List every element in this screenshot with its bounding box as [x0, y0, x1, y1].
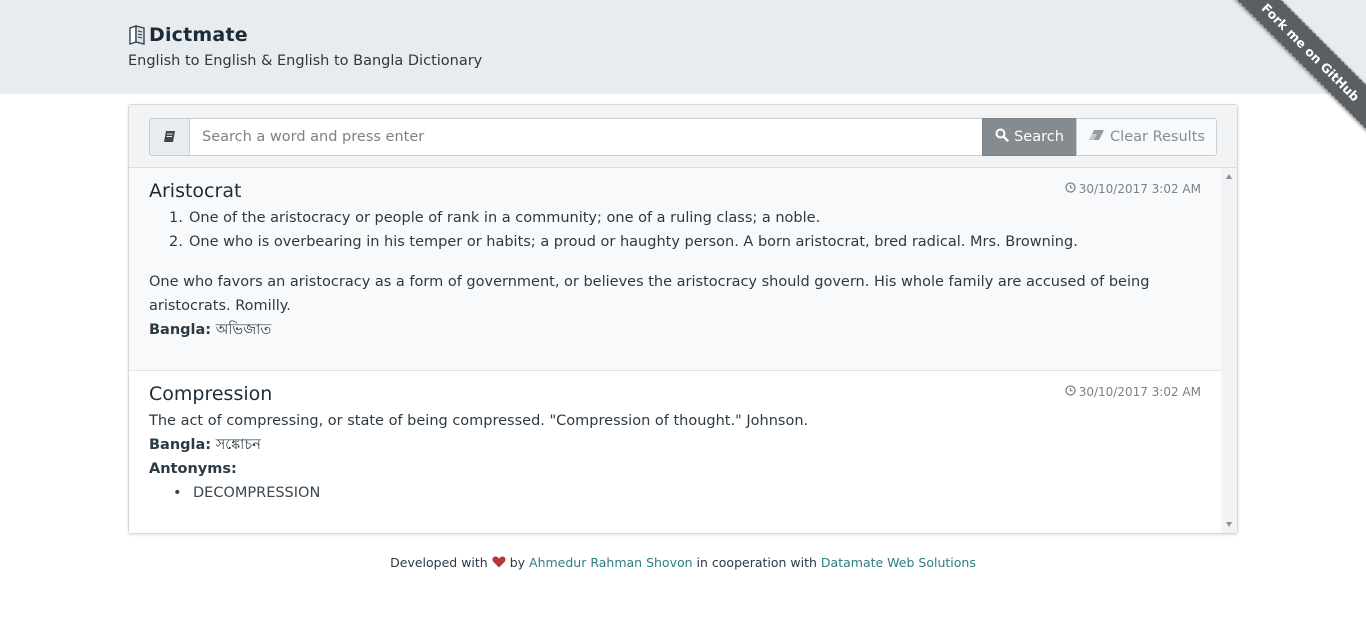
bangla-word: অভিজাত	[215, 322, 272, 338]
bangla-translation: Bangla: অভিজাত	[149, 322, 272, 338]
result-timestamp: 30/10/2017 3:02 AM	[1065, 385, 1201, 399]
clock-icon	[1065, 385, 1076, 399]
app-title[interactable]: Dictmate	[149, 24, 248, 46]
page-header: Dictmate English to English & English to…	[0, 0, 1366, 94]
fork-on-github-ribbon[interactable]: Fork me on GitHub	[1225, 0, 1366, 138]
timestamp-text: 30/10/2017 3:02 AM	[1078, 182, 1201, 196]
definition-paragraph: One who favors an aristocracy as a form …	[149, 274, 1150, 314]
search-input[interactable]	[189, 118, 983, 156]
result-word: Compression	[149, 383, 273, 405]
definition-text: The act of compressing, or state of bein…	[149, 413, 809, 429]
footer-text: by	[509, 555, 526, 570]
result-item: Compression 30/10/2017 3:02 AM The act o…	[129, 371, 1221, 533]
definition-item: 2. One who is overbearing in his temper o…	[169, 234, 1078, 250]
result-timestamp: 30/10/2017 3:02 AM	[1065, 182, 1201, 196]
bangla-translation: Bangla: সঙ্কোচন	[149, 437, 261, 453]
clear-results-label: Clear Results	[1110, 129, 1205, 145]
scroll-up-arrow-icon[interactable]	[1226, 174, 1232, 179]
clock-icon	[1065, 182, 1076, 196]
antonyms-label: Antonyms:	[149, 461, 237, 477]
book-icon	[163, 128, 176, 147]
page-footer: Developed with by Ahmedur Rahman Shovon …	[0, 555, 1366, 571]
definition-list: 1. One of the aristocracy or people of ra…	[169, 206, 1078, 254]
heart-icon	[492, 556, 506, 571]
timestamp-text: 30/10/2017 3:02 AM	[1078, 385, 1201, 399]
antonym-list: DECOMPRESSION	[169, 481, 320, 505]
bangla-word: সঙ্কোচন	[215, 437, 261, 453]
search-addon	[149, 118, 190, 156]
result-item: Aristocrat 30/10/2017 3:02 AM 1. One of t…	[129, 168, 1221, 371]
brand: Dictmate	[128, 24, 248, 46]
author-link[interactable]: Ahmedur Rahman Shovon	[529, 555, 693, 570]
book-icon	[128, 25, 146, 45]
results-list[interactable]: Aristocrat 30/10/2017 3:02 AM 1. One of t…	[129, 168, 1221, 533]
search-bar: Search Clear Results	[129, 105, 1237, 168]
results-scrollbar[interactable]	[1221, 168, 1237, 533]
search-button[interactable]: Search	[982, 118, 1077, 156]
footer-text: Developed with	[390, 555, 488, 570]
dictionary-panel: Search Clear Results Aristocrat	[128, 104, 1238, 534]
result-word: Aristocrat	[149, 180, 242, 202]
definition-item: 1. One of the aristocracy or people of ra…	[169, 210, 821, 226]
footer-text: in cooperation with	[696, 555, 817, 570]
clear-results-button[interactable]: Clear Results	[1076, 118, 1217, 156]
app-subtitle: English to English & English to Bangla D…	[128, 53, 483, 69]
github-ribbon-wrap: Fork me on GitHub	[1216, 0, 1366, 150]
search-icon	[995, 128, 1009, 146]
company-link[interactable]: Datamate Web Solutions	[821, 555, 976, 570]
scroll-down-arrow-icon[interactable]	[1226, 522, 1232, 527]
eraser-icon	[1088, 129, 1105, 145]
antonym-item: DECOMPRESSION	[169, 481, 320, 505]
search-button-label: Search	[1014, 129, 1064, 145]
